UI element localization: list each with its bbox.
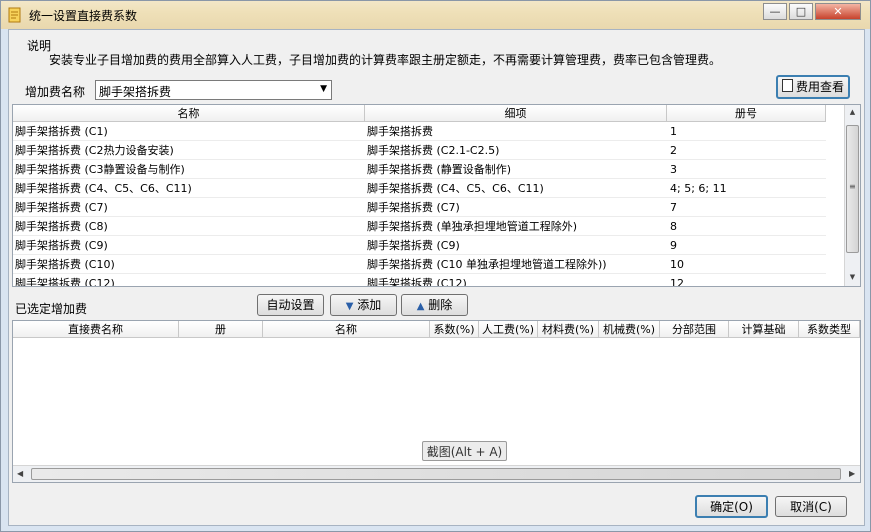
table-row[interactable]: 脚手架搭拆费 (C9) 脚手架搭拆费 (C9) 9 bbox=[13, 236, 826, 255]
cell-name: 脚手架搭拆费 (C9) bbox=[13, 236, 365, 255]
fee-name-select-value: 脚手架搭拆费 bbox=[99, 85, 172, 99]
col-header-item-name[interactable]: 名称 bbox=[263, 321, 430, 338]
window-title: 统一设置直接费系数 bbox=[29, 9, 138, 23]
view-fees-label: 费用查看 bbox=[795, 80, 844, 94]
table-row[interactable]: 脚手架搭拆费 (C12) 脚手架搭拆费 (C12) 12 bbox=[13, 274, 826, 286]
cell-volume: 12 bbox=[667, 274, 826, 286]
table-row[interactable]: 脚手架搭拆费 (C8) 脚手架搭拆费 (单独承担埋地管道工程除外) 8 bbox=[13, 217, 826, 236]
col-header-material[interactable]: 材料费(%) bbox=[538, 321, 599, 338]
cell-volume: 2 bbox=[667, 141, 826, 160]
cell-detail: 脚手架搭拆费 (C12) bbox=[365, 274, 667, 286]
table-row[interactable]: 脚手架搭拆费 (C2热力设备安装) 脚手架搭拆费 (C2.1-C2.5) 2 bbox=[13, 141, 826, 160]
col-header-detail[interactable]: 细项 bbox=[365, 105, 667, 122]
cell-detail: 脚手架搭拆费 (C7) bbox=[365, 198, 667, 217]
cell-volume: 3 bbox=[667, 160, 826, 179]
col-header-labor[interactable]: 人工费(%) bbox=[479, 321, 538, 338]
dialog-window: 统一设置直接费系数 — □ ✕ 说明 安装专业子目增加费的费用全部算入人工费，子… bbox=[0, 0, 871, 532]
chevron-down-icon: ▼ bbox=[320, 84, 327, 94]
auto-set-button[interactable]: 自动设置 bbox=[257, 294, 324, 316]
auto-set-label: 自动设置 bbox=[266, 298, 315, 312]
cell-volume: 7 bbox=[667, 198, 826, 217]
add-button[interactable]: ▼ 添加 bbox=[330, 294, 397, 316]
scroll-up-icon[interactable]: ▲ bbox=[845, 108, 860, 116]
dialog-body: 说明 安装专业子目增加费的费用全部算入人工费，子目增加费的计算费率跟主册定额走，… bbox=[8, 29, 865, 526]
scroll-down-icon[interactable]: ▼ bbox=[845, 273, 860, 281]
cancel-button[interactable]: 取消(C) bbox=[775, 496, 847, 517]
ok-label: 确定(O) bbox=[710, 500, 753, 514]
table-row[interactable]: 脚手架搭拆费 (C1) 脚手架搭拆费 1 bbox=[13, 122, 826, 141]
col-header-direct-fee-name[interactable]: 直接费名称 bbox=[13, 321, 179, 338]
table-body: 脚手架搭拆费 (C1) 脚手架搭拆费 1 脚手架搭拆费 (C2热力设备安装) 脚手架搭拆… bbox=[13, 122, 826, 286]
minimize-button[interactable]: — bbox=[763, 3, 787, 20]
add-label: 添加 bbox=[357, 298, 382, 312]
document-icon bbox=[781, 79, 793, 92]
col-header-name[interactable]: 名称 bbox=[13, 105, 365, 122]
cell-detail: 脚手架搭拆费 (C9) bbox=[365, 236, 667, 255]
screenshot-hint-tooltip: 截图(Alt + A) bbox=[422, 441, 507, 461]
screenshot-hint-text: 截图(Alt + A) bbox=[426, 445, 503, 459]
close-button[interactable]: ✕ bbox=[815, 3, 861, 20]
delete-button[interactable]: ▲ 删除 bbox=[401, 294, 468, 316]
col-header-volume[interactable]: 册号 bbox=[667, 105, 826, 122]
ok-button[interactable]: 确定(O) bbox=[695, 495, 768, 518]
cell-name: 脚手架搭拆费 (C8) bbox=[13, 217, 365, 236]
col-header-calc-base[interactable]: 计算基础 bbox=[729, 321, 799, 338]
cell-detail: 脚手架搭拆费 (C10 单独承担埋地管道工程除外)) bbox=[365, 255, 667, 274]
cell-detail: 脚手架搭拆费 (C4、C5、C6、C11) bbox=[365, 179, 667, 198]
arrow-down-icon: ▼ bbox=[345, 301, 354, 312]
fee-name-label: 增加费名称 bbox=[25, 85, 86, 99]
cell-detail: 脚手架搭拆费 (单独承担埋地管道工程除外) bbox=[365, 217, 667, 236]
col-header-volume-short[interactable]: 册 bbox=[179, 321, 263, 338]
bottom-table-hscrollbar[interactable]: ◀ ▶ bbox=[13, 465, 860, 482]
cell-detail: 脚手架搭拆费 (C2.1-C2.5) bbox=[365, 141, 667, 160]
cell-name: 脚手架搭拆费 (C7) bbox=[13, 198, 365, 217]
cell-name: 脚手架搭拆费 (C10) bbox=[13, 255, 365, 274]
selected-fees-label: 已选定增加费 bbox=[15, 302, 88, 316]
col-header-coef-type[interactable]: 系数类型 bbox=[799, 321, 860, 338]
table-row[interactable]: 脚手架搭拆费 (C7) 脚手架搭拆费 (C7) 7 bbox=[13, 198, 826, 217]
view-fees-button[interactable]: 费用查看 bbox=[776, 75, 850, 99]
col-header-machinery[interactable]: 机械费(%) bbox=[599, 321, 660, 338]
hscroll-thumb[interactable] bbox=[31, 468, 841, 480]
table-row[interactable]: 脚手架搭拆费 (C10) 脚手架搭拆费 (C10 单独承担埋地管道工程除外)) 10 bbox=[13, 255, 826, 274]
cell-name: 脚手架搭拆费 (C4、C5、C6、C11) bbox=[13, 179, 365, 198]
cancel-label: 取消(C) bbox=[790, 500, 832, 514]
cell-name: 脚手架搭拆费 (C1) bbox=[13, 122, 365, 141]
cell-volume: 1 bbox=[667, 122, 826, 141]
title-bar[interactable]: 统一设置直接费系数 — □ ✕ bbox=[1, 1, 870, 29]
top-table-scrollbar[interactable]: ▲ ≡ ▼ bbox=[844, 105, 860, 286]
app-icon bbox=[8, 7, 21, 23]
cell-volume: 10 bbox=[667, 255, 826, 274]
table-row[interactable]: 脚手架搭拆费 (C3静置设备与制作) 脚手架搭拆费 (静置设备制作) 3 bbox=[13, 160, 826, 179]
scroll-thumb[interactable]: ≡ bbox=[846, 125, 859, 253]
fee-items-table: 名称 细项 册号 脚手架搭拆费 (C1) 脚手架搭拆费 1 脚手架搭拆费 (C2热力设… bbox=[12, 104, 861, 287]
cell-volume: 8 bbox=[667, 217, 826, 236]
col-header-division-range[interactable]: 分部范围 bbox=[660, 321, 729, 338]
cell-name: 脚手架搭拆费 (C12) bbox=[13, 274, 365, 286]
maximize-button[interactable]: □ bbox=[789, 3, 813, 20]
cell-name: 脚手架搭拆费 (C2热力设备安装) bbox=[13, 141, 365, 160]
scroll-right-icon[interactable]: ▶ bbox=[849, 469, 855, 478]
cell-volume: 4; 5; 6; 11 bbox=[667, 179, 826, 198]
col-header-coefficient[interactable]: 系数(%) bbox=[430, 321, 479, 338]
cell-volume: 9 bbox=[667, 236, 826, 255]
cell-name: 脚手架搭拆费 (C3静置设备与制作) bbox=[13, 160, 365, 179]
delete-label: 删除 bbox=[428, 298, 453, 312]
table-row[interactable]: 脚手架搭拆费 (C4、C5、C6、C11) 脚手架搭拆费 (C4、C5、C6、C1… bbox=[13, 179, 826, 198]
cell-detail: 脚手架搭拆费 (静置设备制作) bbox=[365, 160, 667, 179]
arrow-up-icon: ▲ bbox=[416, 301, 425, 312]
info-text: 安装专业子目增加费的费用全部算入人工费，子目增加费的计算费率跟主册定额走，不再需… bbox=[49, 53, 722, 67]
fee-name-select[interactable]: 脚手架搭拆费 ▼ bbox=[95, 80, 332, 100]
cell-detail: 脚手架搭拆费 bbox=[365, 122, 667, 141]
scroll-left-icon[interactable]: ◀ bbox=[17, 469, 23, 478]
info-label: 说明 bbox=[27, 39, 52, 53]
